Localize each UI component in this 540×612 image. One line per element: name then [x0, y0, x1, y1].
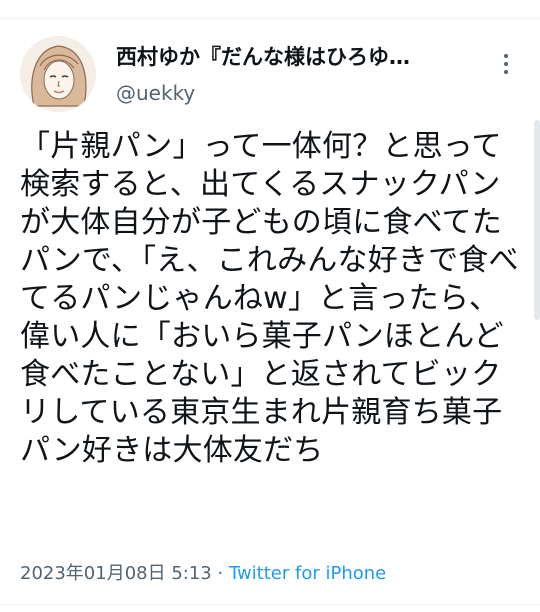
avatar[interactable]	[20, 36, 96, 112]
source-link[interactable]: Twitter for iPhone	[229, 563, 386, 584]
top-divider	[0, 18, 540, 19]
tweet-header: 西村ゆか『だんな様はひろゆ… @uekky	[20, 36, 520, 116]
more-vertical-icon	[504, 62, 508, 66]
display-name[interactable]: 西村ゆか『だんな様はひろゆ…	[116, 42, 486, 72]
more-vertical-icon	[504, 70, 508, 74]
scrollbar[interactable]	[534, 120, 540, 320]
more-options-button[interactable]	[496, 50, 516, 78]
username[interactable]: @uekky	[116, 78, 486, 108]
timestamp[interactable]: 2023年01月08日 5:13	[20, 563, 212, 584]
meta-separator: ·	[211, 563, 229, 584]
bottom-divider	[0, 604, 540, 605]
author-names: 西村ゆか『だんな様はひろゆ… @uekky	[116, 42, 486, 108]
tweet-meta: 2023年01月08日 5:13 · Twitter for iPhone	[20, 562, 386, 586]
portrait-avatar-icon	[20, 36, 96, 112]
tweet-text: 「片親パン」って一体何？と思って検索すると、出てくるスナックパンが大体自分が子ど…	[20, 129, 519, 468]
more-vertical-icon	[504, 54, 508, 58]
